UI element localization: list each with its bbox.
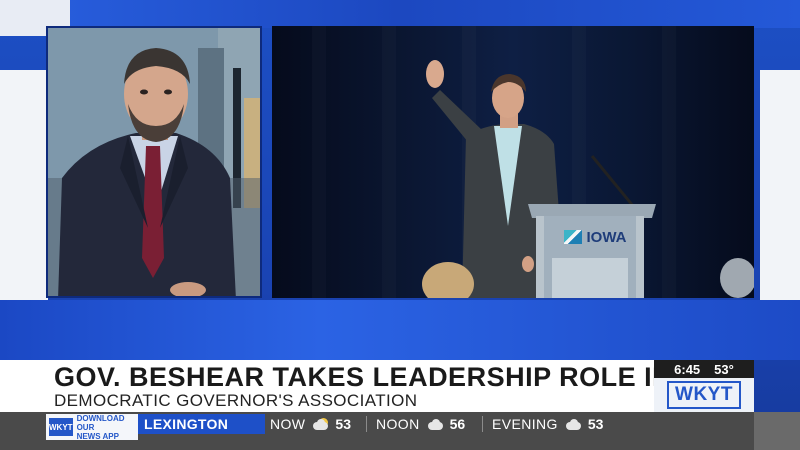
ticker-divider [366,416,367,432]
app-promo-text: DOWNLOAD OUR NEWS APP [77,414,138,441]
anchor-video-panel [46,26,262,298]
partly-cloudy-icon [311,418,329,430]
weather-evening-temp: 53 [587,416,604,432]
weather-noon: NOON 56 [376,414,465,434]
subheadline: DEMOCRATIC GOVERNOR'S ASSOCIATION [54,391,418,410]
podium-sign: IOWA [554,226,636,248]
cloud-icon [564,418,582,430]
app-promo-line2: NEWS APP [76,431,119,441]
app-logo-text: WKYT [49,422,73,432]
weather-evening: EVENING 53 [492,414,603,434]
weather-evening-label: EVENING [492,416,558,432]
weather-noon-temp: 56 [449,416,466,432]
anchor-image [48,28,260,296]
headline: GOV. BESHEAR TAKES LEADERSHIP ROLE IN DG… [54,362,742,392]
current-time: 6:45 [674,361,701,377]
weather-now-temp: 53 [335,416,351,432]
iowa-logo-icon [563,230,582,244]
weather-noon-label: NOON [376,416,420,432]
time-weather-bug: 6:45 53° [654,360,754,378]
ticker-divider [482,416,483,432]
station-logo: WKYT [667,381,741,409]
app-promo-line1: DOWNLOAD OUR [76,413,125,432]
app-promo: WKYT DOWNLOAD OUR NEWS APP [46,414,138,441]
background-stripe [0,0,800,28]
event-image [422,60,754,298]
ticker-city: LEXINGTON [138,414,265,434]
current-temperature: 53° [714,361,734,377]
weather-now-label: NOW [270,416,306,432]
cloud-icon [426,418,444,430]
podium-sign-text: IOWA [586,228,627,246]
station-logo-box: WKYT [654,378,754,412]
event-video-panel: IOWA [272,26,754,298]
ticker-end [754,412,800,450]
weather-now: NOW 53 [270,414,351,434]
app-logo-icon: WKYT [49,418,73,436]
background-band [0,300,800,360]
